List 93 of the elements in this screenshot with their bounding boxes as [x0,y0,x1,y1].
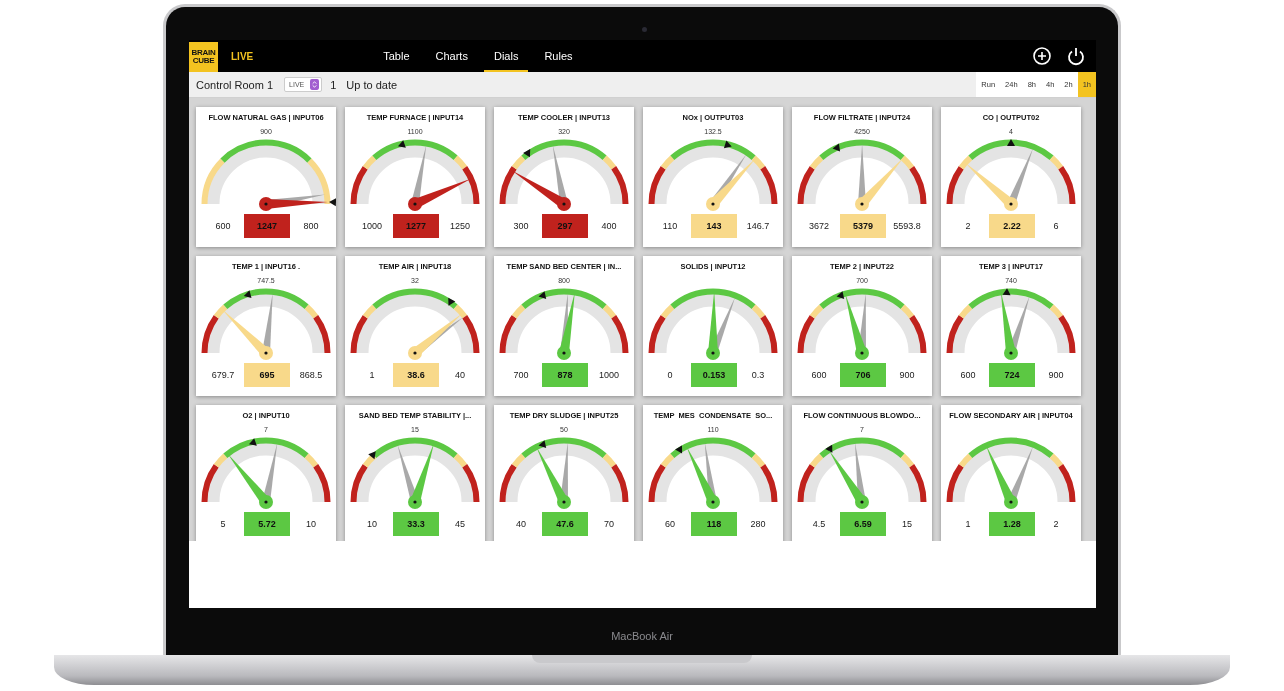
status-label: Up to date [346,78,398,91]
target-marker [832,143,841,152]
current-value: 2.22 [989,214,1035,238]
current-value: 6.59 [840,512,886,536]
current-value: 1277 [393,214,439,238]
camera-icon [642,27,647,32]
gauge-needle [706,158,756,211]
current-value: 5379 [840,214,886,238]
count-label: 1 [330,78,337,91]
gauge-needle [828,449,869,509]
current-value: 5.72 [244,512,290,536]
current-value: 143 [691,214,737,238]
gauge-needle [408,178,472,211]
live-label: LIVE [231,50,254,62]
min-value: 3672 [808,221,830,231]
current-value: 0.153 [691,363,737,387]
laptop-label: MacBook Air [611,629,673,642]
min-value: 60 [664,519,676,529]
min-value: 1000 [361,221,383,231]
target-marker [675,445,683,454]
min-value: 0 [666,370,674,380]
gauge-needle [227,453,273,509]
min-value: 300 [512,221,530,231]
stepper-icon [310,79,320,90]
max-value: 900 [1047,370,1065,380]
current-value: 878 [542,363,588,387]
target-marker [243,290,252,299]
target-marker [1002,288,1011,296]
power-icon[interactable] [1066,46,1086,66]
current-value: 1.28 [989,512,1035,536]
target-marker [1007,139,1015,146]
current-value: 33.3 [393,512,439,536]
max-value: 146.7 [745,221,771,231]
min-value: 2 [964,221,972,231]
max-value: 800 [302,221,320,231]
min-value: 1 [368,370,376,380]
min-value: 10 [366,519,378,529]
max-value: 2 [1052,519,1060,529]
gauge-needle [686,446,720,509]
min-value: 679.7 [210,370,236,380]
min-value: 4.5 [811,519,827,529]
min-value: 700 [512,370,530,380]
min-value: 600 [214,221,232,231]
current-value: 118 [691,512,737,536]
current-value: 706 [840,363,886,387]
current-value: 297 [542,214,588,238]
add-icon[interactable] [1032,46,1052,66]
max-value: 10 [305,519,317,529]
current-value: 47.6 [542,512,588,536]
min-value: 110 [661,221,679,231]
gauge-needle [536,446,571,509]
target-marker [538,291,547,300]
gauge-needle [221,309,273,360]
max-value: 40 [454,370,466,380]
gauge-needle [408,443,435,509]
current-value: 38.6 [393,363,439,387]
target-marker [836,291,845,300]
min-value: 1 [964,519,972,529]
room-name: Control Room 1 [196,78,274,91]
nav-tab[interactable]: Rules [534,40,583,72]
max-value: 1250 [449,221,471,231]
target-marker [397,140,406,148]
max-value: 5593.8 [892,221,922,231]
min-value: 600 [810,370,828,380]
max-value: 280 [749,519,767,529]
min-value: 40 [515,519,527,529]
max-value: 1000 [598,370,620,380]
target-marker [723,140,732,149]
max-value: 6 [1052,221,1060,231]
max-value: 45 [454,519,466,529]
nav-tab[interactable]: Table [373,40,420,72]
max-value: 0.3 [750,370,766,380]
target-marker [825,444,833,453]
min-value: 5 [219,519,227,529]
max-value: 868.5 [298,370,324,380]
target-marker [368,451,376,460]
nav-tab[interactable]: Charts [425,40,478,72]
gauge-needle [986,445,1018,509]
logo: BRAIN CUBE [189,42,218,72]
current-value: 1247 [244,214,290,238]
target-marker [523,149,531,158]
current-value: 724 [989,363,1035,387]
max-value: 15 [901,519,913,529]
current-value: 695 [244,363,290,387]
target-marker [248,438,257,446]
max-value: 70 [603,519,615,529]
max-value: 400 [600,221,618,231]
target-marker [538,440,547,449]
gauge-needle [845,293,869,360]
target-marker [448,297,456,306]
min-value: 600 [959,370,977,380]
gauge-needle [511,170,571,211]
max-value: 900 [898,370,916,380]
